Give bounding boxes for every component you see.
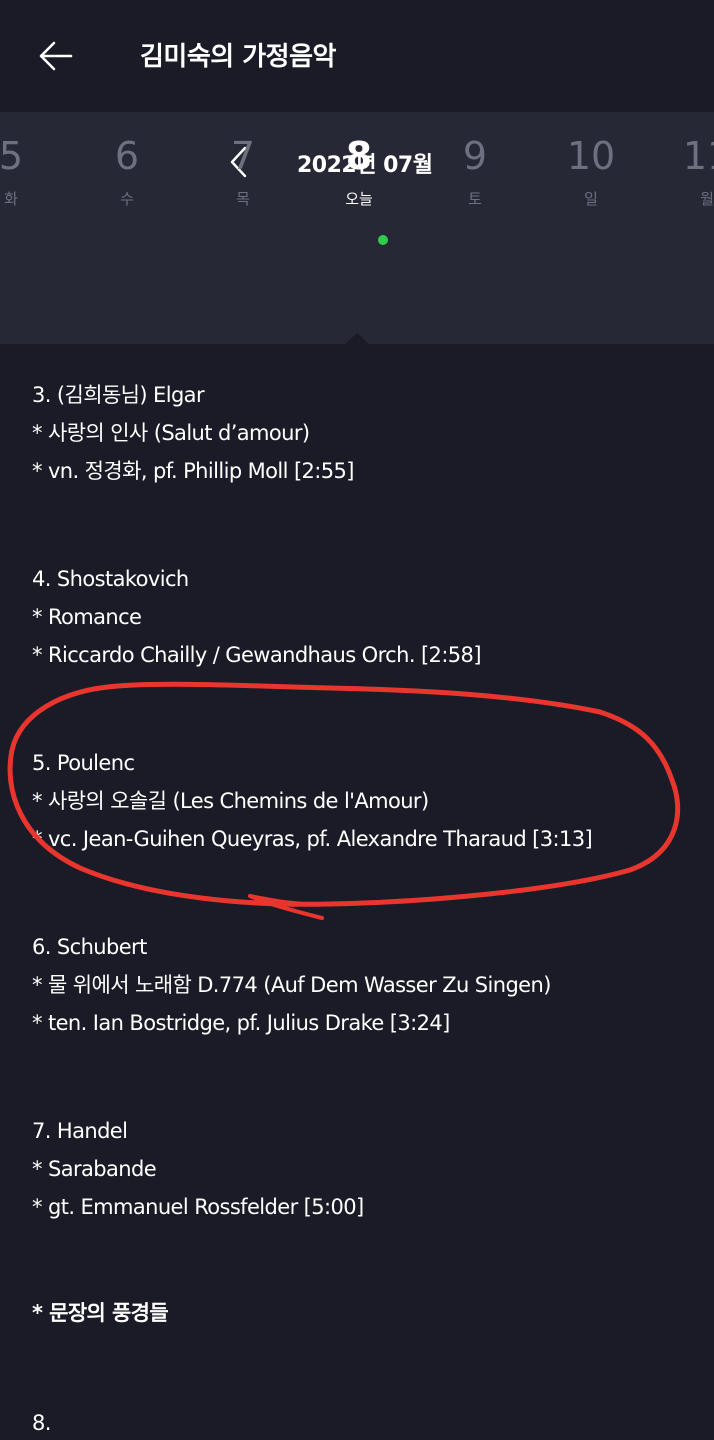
section-heading: * 문장의 풍경들 [32,1301,169,1325]
playlist-line: * Riccardo Chailly / Gewandhaus Orch. [2… [32,643,482,667]
arrow-left-icon [39,41,73,71]
day-number: 7 [230,134,256,178]
day-number: 6 [114,134,140,178]
day-6[interactable]: 6 수 [82,132,172,222]
playlist-line: * ten. Ian Bostridge, pf. Julius Drake [… [32,1011,450,1035]
playlist-line: * vc. Jean-Guihen Queyras, pf. Alexandre… [32,827,593,851]
playlist-line: * gt. Emmanuel Rossfelder [5:00] [32,1195,364,1219]
playlist-line: 4. Shostakovich [32,567,189,591]
day-number: 9 [462,134,488,178]
playlist-line: * 사랑의 오솔길 (Les Chemins de l'Amour) [32,789,429,813]
playlist-line: * Romance [32,605,142,629]
day-number: 11 [682,134,714,178]
playlist-line: * vn. 정경화, pf. Phillip Moll [2:55] [32,459,354,483]
day-number: 10 [566,134,616,178]
selected-day-pointer [345,333,369,344]
page-title: 김미숙의 가정음악 [140,42,336,72]
day-weekday: 오늘 [345,190,373,208]
playlist-line: * Sarabande [32,1157,157,1181]
playlist-line: 3. (김희동님) Elgar [32,383,205,407]
day-11[interactable]: 11 월 [662,132,714,222]
day-weekday: 수 [120,190,134,208]
day-7[interactable]: 7 목 [198,132,288,222]
playlist-line: * 사랑의 인사 (Salut d’amour) [32,421,310,445]
day-5[interactable]: 5 화 [0,132,56,222]
day-weekday: 화 [4,190,18,208]
today-indicator-dot [378,235,388,245]
day-number: 8 [345,134,373,178]
playlist-line: 6. Schubert [32,935,147,959]
playlist-line: 7. Handel [32,1119,128,1143]
day-number: 5 [0,134,24,178]
day-weekday: 토 [468,190,482,208]
day-8-today[interactable]: 8 오늘 [314,132,404,222]
top-app-bar: 김미숙의 가정음악 [0,0,714,112]
app-screen: 김미숙의 가정음악 2022년 07월 5 화 6 수 7 목 8 오늘 9 토… [0,0,714,1440]
day-weekday: 일 [584,190,598,208]
playlist-line: 8. [32,1411,51,1435]
day-10[interactable]: 10 일 [546,132,636,222]
playlist-line: 5. Poulenc [32,751,135,775]
back-button[interactable] [30,32,82,80]
day-weekday: 목 [236,190,250,208]
day-9[interactable]: 9 토 [430,132,520,222]
playlist-line: * 물 위에서 노래함 D.774 (Auf Dem Wasser Zu Sin… [32,973,551,997]
day-weekday: 월 [700,190,714,208]
